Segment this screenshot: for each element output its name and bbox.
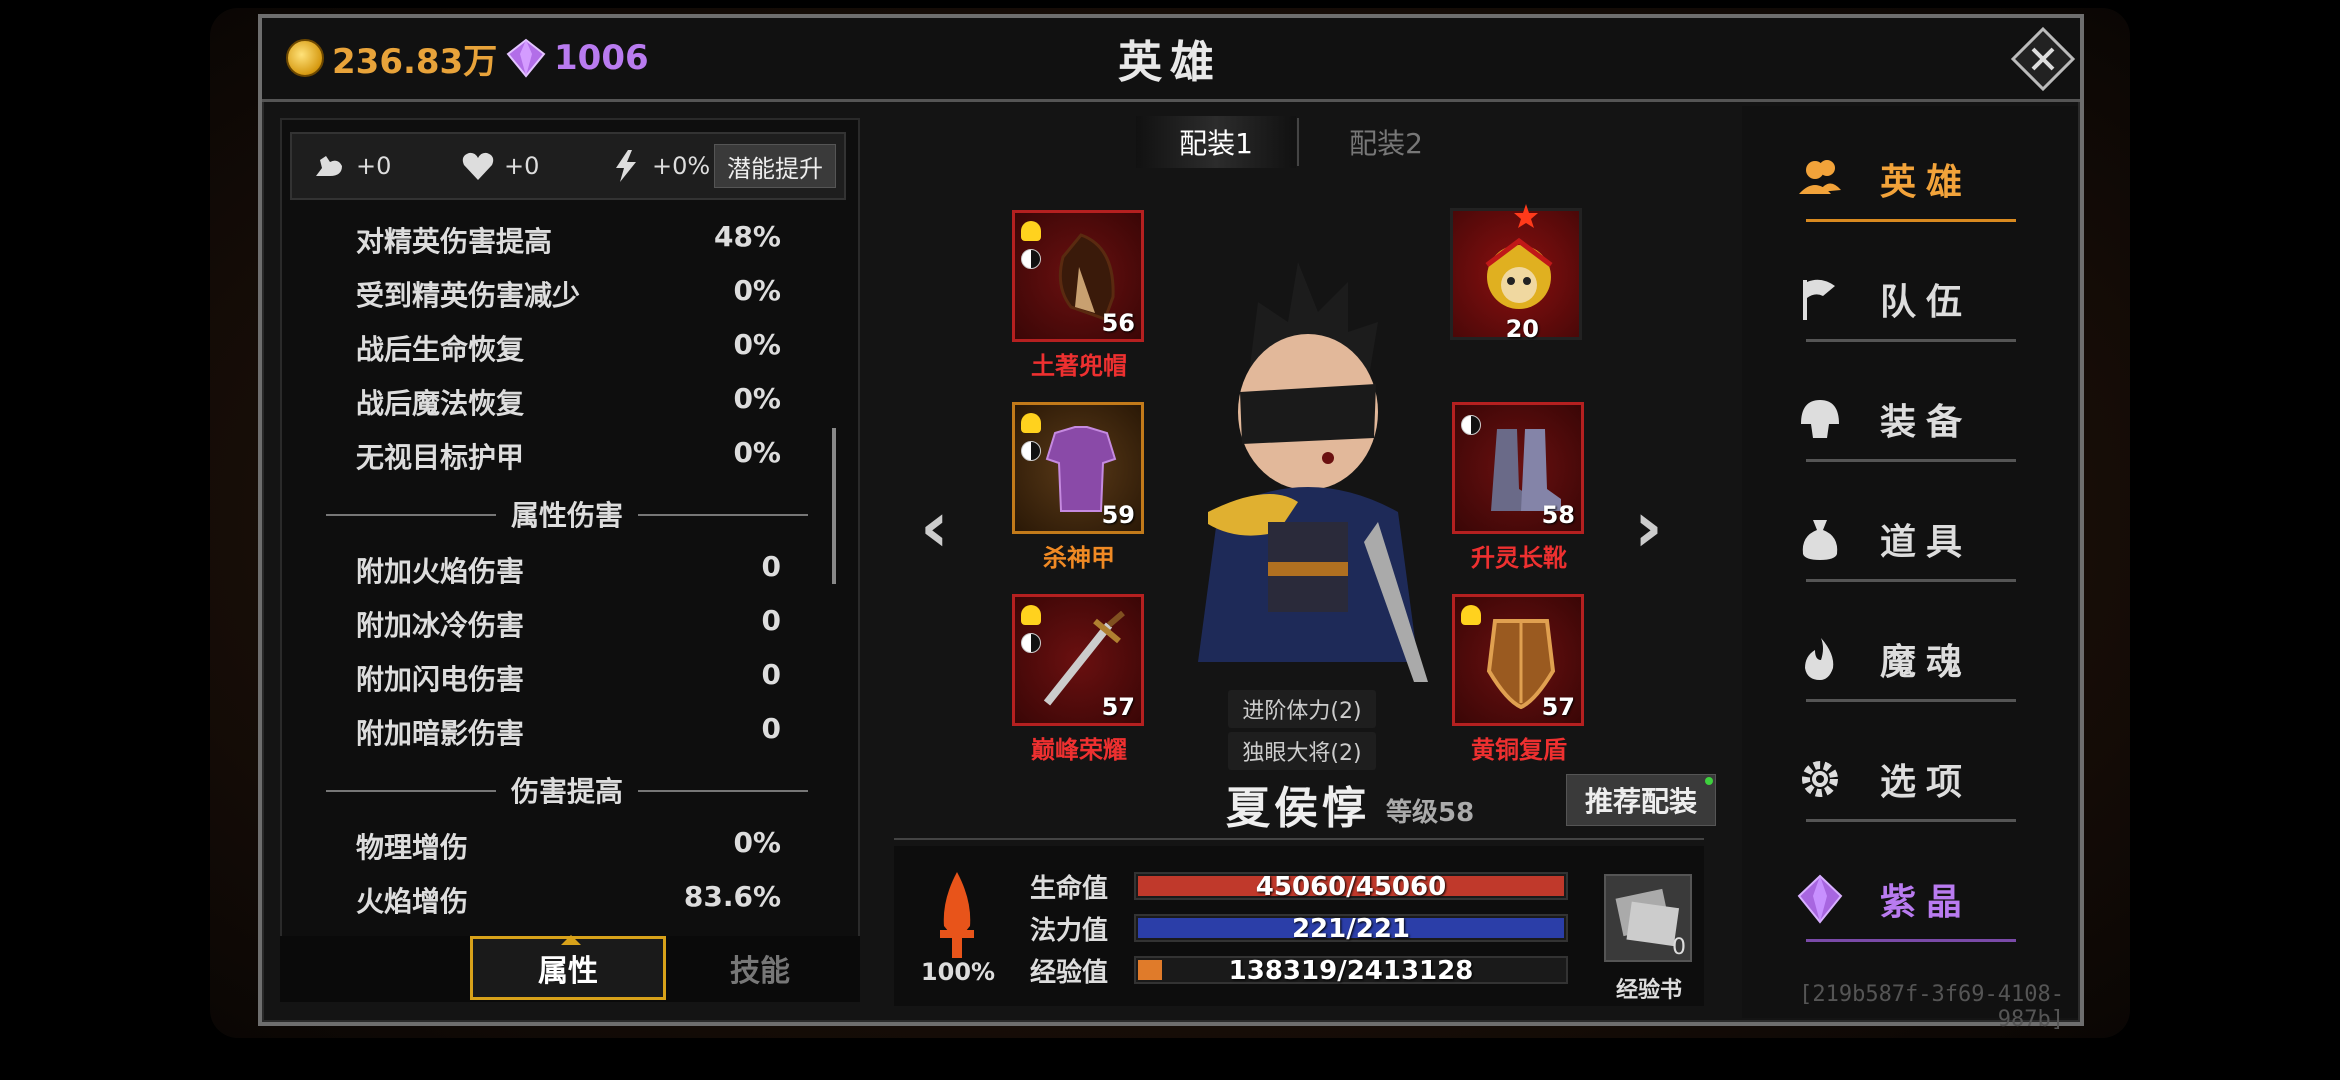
xp-book-button[interactable]: 0 <box>1604 874 1692 962</box>
bag-icon <box>1802 520 1838 560</box>
hero-level: 等级58 <box>1386 798 1475 828</box>
flag-icon <box>1803 279 1835 320</box>
xp-book-count: 0 <box>1672 935 1686 960</box>
shield-name: 黄铜复盾 <box>1471 736 1567 764</box>
lightning-icon <box>616 150 636 182</box>
nav-items[interactable]: 道具 <box>1790 504 2030 582</box>
section-header-element-damage: 属性伤害 <box>326 494 808 534</box>
gold-currency: 236.83万 <box>286 30 497 86</box>
tab-loadout-1[interactable]: 配装1 <box>1136 116 1296 168</box>
tab-attributes[interactable]: 属性 <box>470 935 666 1000</box>
xp-bar: 138319/2413128 <box>1134 956 1568 986</box>
xp-book-label: 经验书 <box>1615 978 1682 1003</box>
purple-gem-icon <box>506 38 546 78</box>
loadout-divider <box>1297 118 1299 166</box>
fire-icon <box>1805 638 1834 680</box>
stat-row: 附加闪电伤害 0 <box>356 658 781 696</box>
stat-row: 附加暗影伤害 0 <box>356 712 781 750</box>
stat-row: 火焰增伤 83.6% <box>356 880 781 918</box>
xp-value: 138319/2413128 <box>1228 956 1474 986</box>
nav-hero[interactable]: 英雄 <box>1790 144 2030 222</box>
mp-bar: 221/221 <box>1134 914 1568 944</box>
stat-list-scrollbar[interactable] <box>832 428 836 584</box>
arm-muscle-icon <box>316 156 342 176</box>
session-id: [219b587f-3f69-4108-987b] <box>1799 982 2064 1032</box>
gem-currency: 1006 <box>506 30 649 86</box>
section-header-damage-boost: 伤害提高 <box>326 770 808 810</box>
gem-amount: 1006 <box>554 38 649 78</box>
users-icon <box>1799 160 1841 194</box>
mp-label: 法力值 <box>1030 916 1109 946</box>
stat-row: 附加火焰伤害 0 <box>356 550 781 588</box>
armor-name: 杀神甲 <box>1043 544 1115 572</box>
stat-row: 受到精英伤害减少 0% <box>356 274 781 312</box>
helmet-icon <box>1801 400 1839 438</box>
companion-slot[interactable]: 20 <box>1450 204 1582 343</box>
tab-skills[interactable]: 技能 <box>670 936 850 1000</box>
heart-icon <box>462 152 494 180</box>
potential-upgrade-button[interactable]: 潜能提升 <box>714 144 836 188</box>
trait-badge[interactable]: 独眼大将(2) <box>1228 732 1376 770</box>
nav-team[interactable]: 队伍 <box>1790 264 2030 342</box>
nav-equipment[interactable]: 装备 <box>1790 384 2030 462</box>
gear-icon <box>1802 761 1838 797</box>
stat-row: 战后魔法恢复 0% <box>356 382 781 420</box>
strength-stat: +0 <box>312 148 430 184</box>
recommend-loadout-button[interactable]: 推荐配装 <box>1566 774 1716 826</box>
trait-badge[interactable]: 进阶体力(2) <box>1228 690 1376 728</box>
weapon-name: 巅峰荣耀 <box>1031 736 1127 764</box>
nav-amethyst[interactable]: 紫晶 <box>1790 864 2030 942</box>
hero-name: 夏侯惇 <box>1226 783 1370 834</box>
armor-slot[interactable]: 59 <box>1012 402 1144 534</box>
monkey-king-icon <box>1485 237 1553 309</box>
speed-stat: +0% <box>608 148 726 184</box>
stat-row: 对精英伤害提高 48% <box>356 220 781 258</box>
hero-portrait <box>1178 262 1438 692</box>
tab-loadout-2[interactable]: 配装2 <box>1306 116 1466 168</box>
stat-row: 战后生命恢复 0% <box>356 328 781 366</box>
purple-gem-icon <box>1797 874 1843 924</box>
shield-slot[interactable]: 57 <box>1452 594 1584 726</box>
nav-soul[interactable]: 魔魂 <box>1790 624 2030 702</box>
stat-row: 附加冰冷伤害 0 <box>356 604 781 642</box>
rage-flame-icon <box>940 872 974 958</box>
hp-label: 生命值 <box>1030 874 1109 904</box>
hp-value: 45060/45060 <box>1255 872 1447 902</box>
prev-hero-arrow[interactable]: ‹ <box>920 486 949 568</box>
boots-name: 升灵长靴 <box>1471 544 1567 572</box>
xp-label: 经验值 <box>1030 958 1109 988</box>
hp-bar: 45060/45060 <box>1134 872 1568 902</box>
gold-amount: 236.83万 <box>332 41 498 82</box>
stat-list[interactable]: 对精英伤害提高 48% 受到精英伤害减少 0% 战后生命恢复 0% 战后魔法恢复 0% … <box>296 212 826 922</box>
notification-dot <box>1705 777 1713 785</box>
health-stat: +0 <box>460 148 578 184</box>
divider <box>894 838 1704 840</box>
helmet-name: 土著兜帽 <box>1031 352 1127 380</box>
mp-value: 221/221 <box>1291 914 1411 944</box>
next-hero-arrow[interactable]: › <box>1634 486 1663 568</box>
close-icon <box>2010 26 2076 92</box>
stat-row: 无视目标护甲 0% <box>356 436 781 474</box>
gold-coin-icon <box>286 39 324 77</box>
boots-slot[interactable]: 58 <box>1452 402 1584 534</box>
close-button[interactable] <box>2010 26 2076 92</box>
helmet-slot[interactable]: 56 <box>1012 210 1144 342</box>
rage-percent: 100% <box>920 958 996 986</box>
nav-options[interactable]: 选项 <box>1790 744 2030 822</box>
stat-row: 物理增伤 0% <box>356 826 781 864</box>
page-title: 英雄 <box>1118 37 1222 88</box>
potential-bar: +0 +0 +0% 潜能提升 <box>290 132 846 200</box>
weapon-slot[interactable]: 57 <box>1012 594 1144 726</box>
